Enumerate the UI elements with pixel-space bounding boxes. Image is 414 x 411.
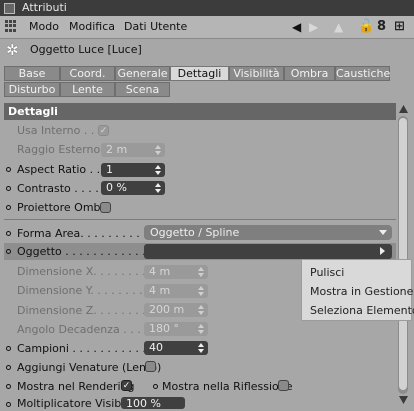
mostra-rendering-label: Mostra nel Rendering — [17, 380, 135, 393]
divider — [4, 219, 396, 220]
tab-generale[interactable]: Generale — [115, 66, 170, 81]
animation-dot-icon[interactable] — [153, 384, 158, 389]
spinner-arrows-icon[interactable] — [197, 266, 205, 278]
mostra-riflessione-checkbox[interactable] — [278, 380, 289, 391]
contrasto-value: 0 % — [106, 181, 127, 194]
add-view-icon[interactable]: ⊞ — [394, 19, 405, 35]
animation-dot-icon[interactable] — [6, 249, 11, 254]
context-menu-seleziona-elemento[interactable]: Seleziona Elemento — [310, 304, 414, 317]
contrasto-label: Contrasto . . . . . — [17, 182, 106, 195]
campioni-label: Campioni . . . . . . . . . . . . — [17, 342, 153, 355]
tab-scena[interactable]: Scena — [115, 82, 170, 97]
dimensione-y-label: Dimensione Y. . . . . . . . — [17, 284, 143, 297]
mostra-rendering-checkbox[interactable]: ✓ — [121, 380, 132, 391]
chevron-right-icon[interactable] — [380, 247, 385, 255]
menu-dati-utente[interactable]: Dati Utente — [124, 20, 187, 33]
spinner-arrows-icon[interactable] — [197, 285, 205, 297]
numbered-8-icon[interactable]: 8 — [377, 19, 386, 35]
forma-area-label: Forma Area. . . . . . . . . . . — [17, 227, 154, 240]
chevron-down-icon — [379, 230, 387, 235]
moltiplicatore-value: 100 % — [126, 397, 161, 410]
aggiungi-venature-checkbox[interactable] — [145, 361, 156, 372]
window-icon — [4, 3, 15, 14]
campioni-field[interactable]: 40 — [144, 341, 208, 355]
section-title: Dettagli — [8, 105, 58, 118]
usa-interno-checkbox[interactable]: ✓ — [98, 125, 109, 136]
tab-lente[interactable]: Lente — [60, 82, 115, 97]
scrollbar-thumb[interactable] — [399, 118, 407, 390]
angolo-decadenza-value: 180 ° — [149, 322, 179, 335]
light-object-icon: ✲ — [6, 41, 19, 59]
section-header: Dettagli — [4, 103, 396, 120]
aspect-ratio-field[interactable]: 1 — [101, 163, 165, 177]
tab-caustiche[interactable]: Caustiche — [335, 66, 390, 81]
window-title: Attributi — [22, 1, 67, 14]
object-header: ✲ Oggetto Luce [Luce] — [0, 39, 414, 61]
usa-interno-label: Usa Interno . . . — [17, 124, 102, 137]
forward-arrow-icon[interactable]: ▶ — [309, 20, 318, 34]
animation-dot-icon[interactable] — [6, 231, 11, 236]
oggetto-label: Oggetto . . . . . . . . . . . . . — [17, 245, 153, 258]
tab-dettagli[interactable]: Dettagli — [170, 66, 229, 81]
animation-dot-icon[interactable] — [6, 402, 11, 407]
menu-modo[interactable]: Modo — [29, 20, 59, 33]
raggio-esterno-field[interactable]: 2 m — [101, 143, 165, 157]
context-menu: Pulisci Mostra in Gestione Seleziona Ele… — [301, 259, 414, 321]
spinner-arrows-icon[interactable] — [154, 164, 162, 176]
back-arrow-icon[interactable]: ◀ — [292, 20, 301, 34]
aspect-ratio-value: 1 — [106, 163, 113, 176]
angolo-decadenza-field[interactable]: 180 ° — [144, 322, 208, 336]
angolo-decadenza-label: Angolo Decadenza . . . — [17, 323, 141, 336]
lock-icon[interactable]: 🔓 — [358, 19, 374, 35]
tab-disturbo[interactable]: Disturbo — [4, 82, 60, 97]
scroll-down-arrow-icon[interactable] — [398, 394, 409, 406]
object-name: Oggetto Luce [Luce] — [30, 43, 142, 56]
context-menu-pulisci[interactable]: Pulisci — [310, 266, 344, 279]
dimensione-x-value: 4 m — [149, 265, 171, 278]
animation-dot-icon[interactable] — [6, 205, 11, 210]
menu-modifica[interactable]: Modifica — [69, 20, 115, 33]
dimensione-y-value: 4 m — [149, 284, 171, 297]
dimensione-z-value: 200 m — [149, 303, 185, 316]
spinner-arrows-icon[interactable] — [197, 342, 205, 354]
raggio-esterno-label: Raggio Esterno — [17, 143, 101, 156]
mostra-riflessione-label: Mostra nella Riflessione — [162, 380, 293, 393]
up-arrow-icon[interactable]: ▲ — [334, 20, 343, 34]
animation-dot-icon[interactable] — [6, 384, 11, 389]
tab-base[interactable]: Base — [4, 66, 60, 81]
dimensione-x-label: Dimensione X. . . . . . . . — [17, 265, 146, 278]
animation-dot-icon[interactable] — [6, 167, 11, 172]
animation-dot-icon[interactable] — [6, 365, 11, 370]
grip-icon[interactable] — [5, 20, 17, 32]
tab-visibilita[interactable]: Visibilità — [229, 66, 284, 81]
dimensione-x-field[interactable]: 4 m — [144, 265, 208, 279]
aspect-ratio-label: Aspect Ratio . . — [17, 163, 101, 176]
forma-area-value: Oggetto / Spline — [150, 226, 240, 239]
forma-area-dropdown[interactable]: Oggetto / Spline — [144, 225, 392, 240]
campioni-value: 40 — [149, 341, 163, 354]
spinner-arrows-icon[interactable] — [154, 144, 162, 156]
moltiplicatore-field[interactable]: 100 % — [121, 397, 185, 410]
menu-bar: Modo Modifica Dati Utente ◀ ▶ ▲ 🔓 8 ⊞ — [0, 16, 414, 39]
context-menu-mostra-in-gestione[interactable]: Mostra in Gestione — [310, 285, 413, 298]
raggio-esterno-value: 2 m — [106, 143, 128, 156]
spinner-arrows-icon[interactable] — [197, 304, 205, 316]
animation-dot-icon[interactable] — [6, 186, 11, 191]
dimensione-z-field[interactable]: 200 m — [144, 303, 208, 317]
proiettore-ombre-label: Proiettore Ombre — [17, 201, 112, 214]
tab-ombra[interactable]: Ombra — [284, 66, 335, 81]
spinner-arrows-icon[interactable] — [197, 323, 205, 335]
aggiungi-venature-label: Aggiungi Venature (Lento) — [17, 361, 162, 374]
oggetto-link-field[interactable] — [144, 244, 392, 259]
proiettore-ombre-checkbox[interactable] — [100, 202, 111, 213]
window-title-bar: Attributi — [0, 0, 414, 16]
contrasto-field[interactable]: 0 % — [101, 181, 165, 195]
dimensione-y-field[interactable]: 4 m — [144, 284, 208, 298]
dimensione-z-label: Dimensione Z. . . . . . . . — [17, 304, 146, 317]
scroll-up-arrow-icon[interactable] — [398, 103, 409, 115]
spinner-arrows-icon[interactable] — [154, 182, 162, 194]
animation-dot-icon[interactable] — [6, 346, 11, 351]
tab-coord[interactable]: Coord. — [60, 66, 115, 81]
